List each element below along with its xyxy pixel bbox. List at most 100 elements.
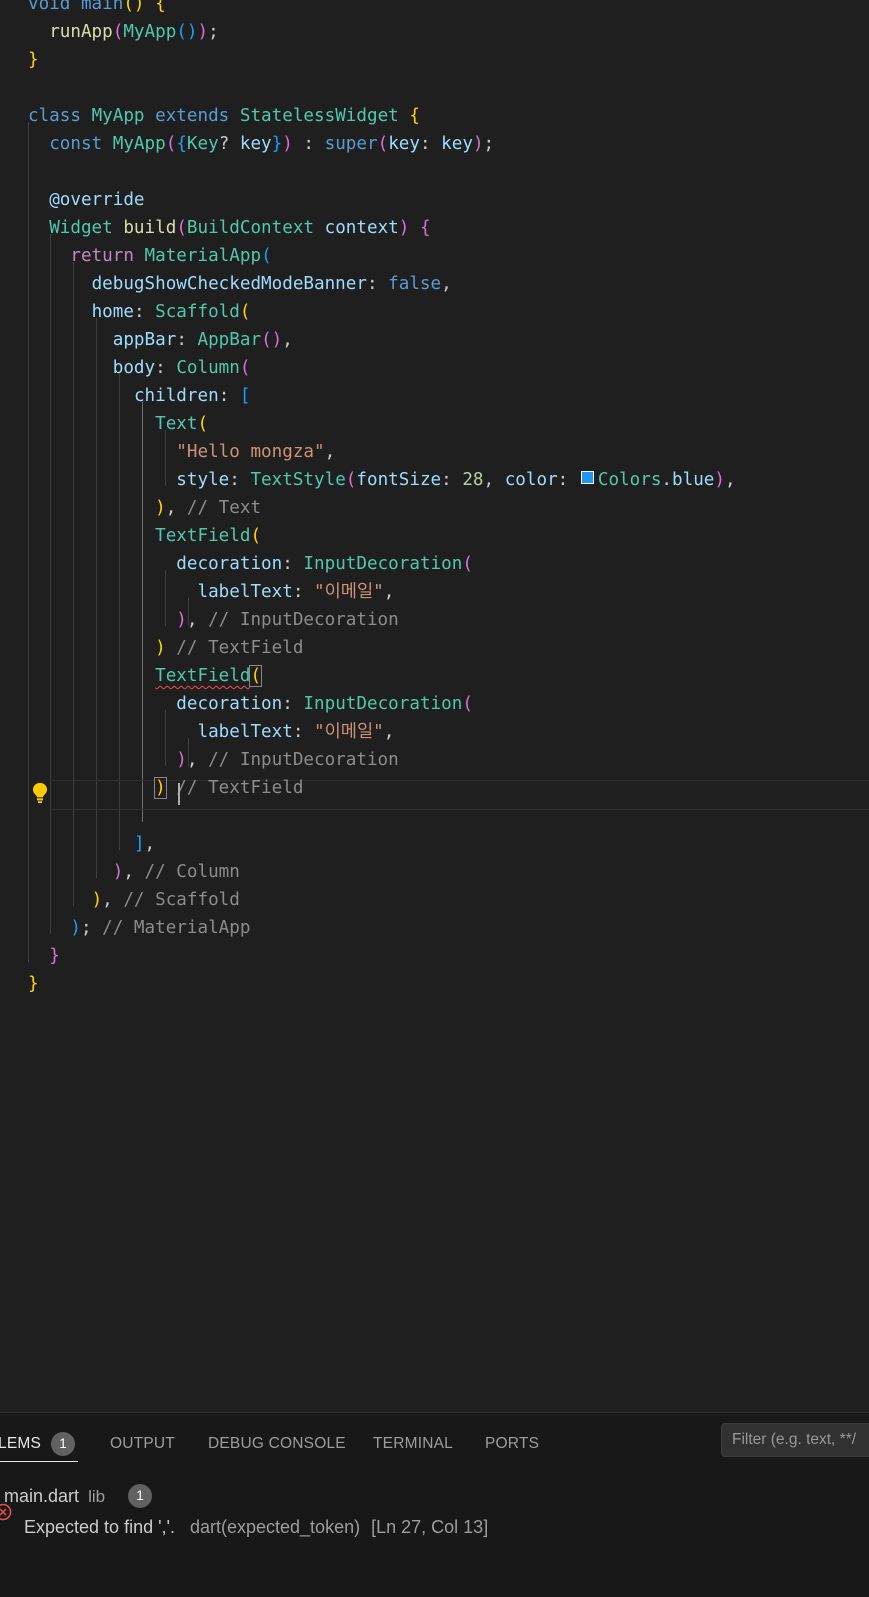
code-line[interactable]: children: [ <box>28 382 251 410</box>
code-token: InputDecoration <box>303 694 463 714</box>
code-token: Widget <box>49 218 124 238</box>
code-token: fontSize <box>356 470 442 490</box>
problems-filter-input[interactable]: Filter (e.g. text, **/ <box>721 1423 869 1457</box>
code-token: ( <box>165 134 177 154</box>
code-token: : <box>282 554 304 574</box>
code-token: appBar <box>112 330 177 350</box>
code-token: AppBar <box>197 330 262 350</box>
code-token: ) <box>714 470 725 490</box>
code-token: children <box>133 386 219 406</box>
problem-item[interactable]: Expected to find ','. dart(expected_toke… <box>24 1513 488 1541</box>
code-line[interactable]: ], <box>28 830 155 858</box>
code-token: , <box>724 470 736 490</box>
code-token: ( <box>462 694 473 714</box>
code-token: home <box>91 302 134 322</box>
code-token: : <box>155 358 177 378</box>
code-line[interactable]: ); // MaterialApp <box>28 914 250 942</box>
code-token: ; <box>483 134 495 154</box>
code-line[interactable]: labelText: "이메일", <box>28 578 394 606</box>
code-line[interactable]: void main() { <box>28 0 166 18</box>
code-token: key <box>441 134 473 154</box>
tab-output[interactable]: OUTPUT <box>110 1429 175 1459</box>
code-token: ( <box>176 218 187 238</box>
code-line[interactable]: Widget build(BuildContext context) { <box>28 214 430 242</box>
code-token: ; <box>80 918 103 938</box>
code-token: } <box>28 974 39 994</box>
code-line[interactable]: ), // Column <box>28 858 240 886</box>
tab-debug-console[interactable]: DEBUG CONSOLE <box>208 1429 346 1459</box>
code-line[interactable]: ), // Text <box>28 494 261 522</box>
code-line[interactable]: ), // Scaffold <box>28 886 240 914</box>
code-line[interactable]: decoration: InputDecoration( <box>28 690 473 718</box>
code-line[interactable]: @override <box>28 186 144 214</box>
code-token: labelText <box>197 582 293 602</box>
code-line[interactable]: } <box>28 942 60 970</box>
code-token: decoration <box>176 694 283 714</box>
code-token: ( <box>249 665 263 687</box>
code-line[interactable]: Text( <box>28 410 208 438</box>
color-swatch <box>580 471 594 484</box>
code-line[interactable]: body: Column( <box>28 354 251 382</box>
code-token: , <box>483 470 505 490</box>
code-line[interactable]: debugShowCheckedModeBanner: false, <box>28 270 452 298</box>
code-line[interactable]: TextField( <box>28 662 263 690</box>
code-line[interactable]: style: TextStyle(fontSize: 28, color: Co… <box>28 466 736 494</box>
problem-file-row[interactable]: main.dart lib <box>4 1482 105 1510</box>
code-token: // InputDecoration <box>208 750 399 770</box>
code-token: } <box>49 946 60 966</box>
lightbulb-icon[interactable] <box>31 782 49 804</box>
code-line[interactable]: return MaterialApp( <box>28 242 271 270</box>
code-token: color <box>504 470 558 490</box>
code-line[interactable]: decoration: InputDecoration( <box>28 550 473 578</box>
code-token: StatelessWidget <box>239 106 410 126</box>
bottom-panel: LEMS 1 OUTPUT DEBUG CONSOLE TERMINAL POR… <box>0 1412 869 1597</box>
code-token: super <box>324 134 378 154</box>
code-line[interactable]: "Hello mongza", <box>28 438 335 466</box>
code-token: ) <box>282 134 293 154</box>
code-line[interactable]: runApp(MyApp()); <box>28 18 219 46</box>
tab-ports[interactable]: PORTS <box>485 1429 539 1459</box>
code-line[interactable]: ) // TextField <box>28 774 303 802</box>
code-token: ) <box>176 610 187 630</box>
code-token: key <box>388 134 420 154</box>
code-token: , <box>282 330 293 350</box>
code-token: Scaffold <box>155 302 240 322</box>
code-token: , <box>441 274 452 294</box>
code-token: : <box>292 582 315 602</box>
code-line[interactable]: } <box>28 46 39 74</box>
code-line[interactable]: home: Scaffold( <box>28 298 251 326</box>
code-line[interactable]: labelText: "이메일", <box>28 718 394 746</box>
code-token: const <box>49 134 113 154</box>
code-line[interactable]: ) // TextField <box>28 634 303 662</box>
code-token: : <box>366 274 389 294</box>
code-line[interactable]: TextField( <box>28 522 261 550</box>
code-token: // Column <box>144 862 240 882</box>
code-editor[interactable]: void main() { runApp(MyApp());} class MyA… <box>0 0 869 1412</box>
problem-location: [Ln 27, Col 13] <box>371 1517 489 1537</box>
code-line[interactable]: const MyApp({Key? key}) : super(key: key… <box>28 130 494 158</box>
tab-problems[interactable]: LEMS <box>0 1429 41 1459</box>
file-folder: lib <box>88 1487 106 1506</box>
code-line[interactable]: } <box>28 970 39 998</box>
code-line[interactable]: ), // InputDecoration <box>28 606 398 634</box>
tab-terminal[interactable]: TERMINAL <box>373 1429 453 1459</box>
problems-count-badge: 1 <box>51 1432 75 1456</box>
code-line[interactable]: ), // InputDecoration <box>28 746 399 774</box>
code-token: decoration <box>176 554 283 574</box>
code-line[interactable]: class MyApp extends StatelessWidget { <box>28 102 420 130</box>
code-token: () <box>176 22 198 42</box>
code-line[interactable]: appBar: AppBar(), <box>28 326 293 354</box>
code-token: } <box>271 134 283 154</box>
code-token: , <box>186 750 209 770</box>
